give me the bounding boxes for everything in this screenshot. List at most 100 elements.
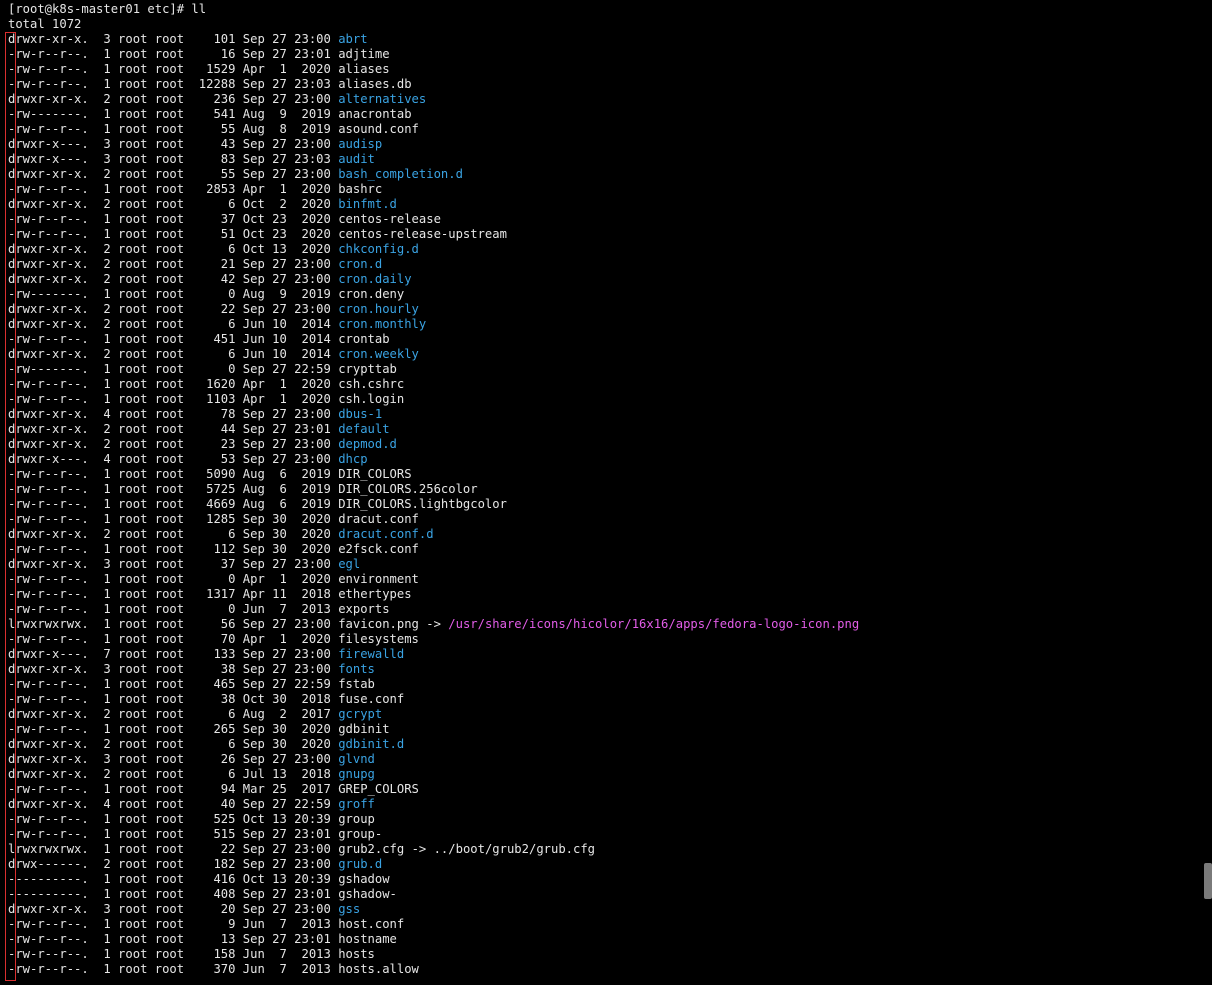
entry-metadata: -rw-r--r--. 1 root root 515 Sep 27 23:01 (8, 827, 339, 841)
listing-row: drwxr-xr-x. 2 root root 6 Sep 30 2020 dr… (8, 527, 1204, 542)
scrollbar[interactable] (1204, 0, 1212, 985)
listing-row: -rw-------. 1 root root 0 Aug 9 2019 cro… (8, 287, 1204, 302)
entry-metadata: drwxr-xr-x. 2 root root 22 Sep 27 23:00 (8, 302, 339, 316)
entry-metadata: -rw-r--r--. 1 root root 5090 Aug 6 2019 (8, 467, 339, 481)
directory-name: dhcp (338, 452, 368, 466)
listing-row: -rw-r--r--. 1 root root 70 Apr 1 2020 fi… (8, 632, 1204, 647)
directory-name: firewalld (338, 647, 405, 661)
directory-name: cron.weekly (338, 347, 419, 361)
entry-metadata: -rw-r--r--. 1 root root 265 Sep 30 2020 (8, 722, 339, 736)
entry-metadata: -rw-r--r--. 1 root root 70 Apr 1 2020 (8, 632, 339, 646)
entry-metadata: drwxr-x---. 3 root root 83 Sep 27 23:03 (8, 152, 339, 166)
listing-row: -rw-r--r--. 1 root root 16 Sep 27 23:01 … (8, 47, 1204, 62)
listing-row: drwxr-xr-x. 2 root root 6 Oct 13 2020 ch… (8, 242, 1204, 257)
entry-metadata: drwxr-xr-x. 2 root root 23 Sep 27 23:00 (8, 437, 339, 451)
directory-name: fonts (338, 662, 375, 676)
entry-metadata: lrwxrwxrwx. 1 root root 22 Sep 27 23:00 (8, 842, 339, 856)
entry-metadata: ----------. 1 root root 416 Oct 13 20:39 (8, 872, 339, 886)
listing-row: -rw-r--r--. 1 root root 1285 Sep 30 2020… (8, 512, 1204, 527)
directory-name: cron.d (338, 257, 383, 271)
entry-metadata: drwxr-xr-x. 2 root root 6 Sep 30 2020 (8, 737, 339, 751)
entry-metadata: -rw-r--r--. 1 root root 4669 Aug 6 2019 (8, 497, 339, 511)
entry-metadata: -rw-r--r--. 1 root root 0 Apr 1 2020 (8, 572, 339, 586)
directory-name: gnupg (338, 767, 375, 781)
directory-name: chkconfig.d (338, 242, 419, 256)
directory-name: alternatives (338, 92, 427, 106)
listing-row: drwxr-xr-x. 2 root root 44 Sep 27 23:01 … (8, 422, 1204, 437)
file-name: crontab (338, 332, 390, 346)
entry-metadata: -rw-r--r--. 1 root root 55 Aug 8 2019 (8, 122, 339, 136)
listing-row: drwxr-xr-x. 2 root root 236 Sep 27 23:00… (8, 92, 1204, 107)
listing-row: -rw-r--r--. 1 root root 55 Aug 8 2019 as… (8, 122, 1204, 137)
listing-row: drwxr-x---. 3 root root 83 Sep 27 23:03 … (8, 152, 1204, 167)
file-name: dracut.conf (338, 512, 419, 526)
file-name: hostname (338, 932, 397, 946)
listing-row: drwxr-xr-x. 2 root root 22 Sep 27 23:00 … (8, 302, 1204, 317)
listing-row: drwxr-x---. 7 root root 133 Sep 27 23:00… (8, 647, 1204, 662)
entry-metadata: -rw-------. 1 root root 0 Sep 27 22:59 (8, 362, 339, 376)
entry-metadata: -rw-r--r--. 1 root root 525 Oct 13 20:39 (8, 812, 339, 826)
symlink-arrow: -> (418, 617, 449, 631)
entry-metadata: drwxr-xr-x. 4 root root 40 Sep 27 22:59 (8, 797, 339, 811)
listing-row: drwxr-xr-x. 2 root root 42 Sep 27 23:00 … (8, 272, 1204, 287)
entry-metadata: drwxr-xr-x. 2 root root 42 Sep 27 23:00 (8, 272, 339, 286)
directory-name: audisp (338, 137, 383, 151)
entry-metadata: drwxr-x---. 3 root root 43 Sep 27 23:00 (8, 137, 339, 151)
listing-row: drwxr-xr-x. 2 root root 6 Jun 10 2014 cr… (8, 317, 1204, 332)
entry-metadata: drwxr-xr-x. 3 root root 38 Sep 27 23:00 (8, 662, 339, 676)
entry-metadata: -rw-r--r--. 1 root root 1285 Sep 30 2020 (8, 512, 339, 526)
file-name: crypttab (338, 362, 397, 376)
entry-metadata: -rw-r--r--. 1 root root 51 Oct 23 2020 (8, 227, 339, 241)
entry-metadata: drwxr-x---. 4 root root 53 Sep 27 23:00 (8, 452, 339, 466)
listing-row: drwxr-xr-x. 2 root root 6 Jun 10 2014 cr… (8, 347, 1204, 362)
entry-metadata: drwxr-xr-x. 2 root root 6 Jul 13 2018 (8, 767, 339, 781)
file-name: aliases (338, 62, 390, 76)
listing-row: drwxr-xr-x. 3 root root 37 Sep 27 23:00 … (8, 557, 1204, 572)
file-name: DIR_COLORS.lightbgcolor (338, 497, 507, 511)
listing-row: -rw-r--r--. 1 root root 265 Sep 30 2020 … (8, 722, 1204, 737)
listing-row: -rw-r--r--. 1 root root 525 Oct 13 20:39… (8, 812, 1204, 827)
listing-row: -rw-r--r--. 1 root root 2853 Apr 1 2020 … (8, 182, 1204, 197)
symlink-target: /usr/share/icons/hicolor/16x16/apps/fedo… (448, 617, 860, 631)
entry-metadata: -rw-r--r--. 1 root root 465 Sep 27 22:59 (8, 677, 339, 691)
listing-row: -rw-r--r--. 1 root root 38 Oct 30 2018 f… (8, 692, 1204, 707)
entry-metadata: -rw-r--r--. 1 root root 1529 Apr 1 2020 (8, 62, 339, 76)
file-name: centos-release (338, 212, 441, 226)
entry-metadata: -rw-r--r--. 1 root root 9 Jun 7 2013 (8, 917, 339, 931)
listing-row: -rw-r--r--. 1 root root 12288 Sep 27 23:… (8, 77, 1204, 92)
listing-row: drwxr-xr-x. 2 root root 6 Oct 2 2020 bin… (8, 197, 1204, 212)
file-name: csh.cshrc (338, 377, 405, 391)
listing-row: drwxr-xr-x. 3 root root 20 Sep 27 23:00 … (8, 902, 1204, 917)
directory-name: cron.daily (338, 272, 412, 286)
entry-metadata: drwxr-xr-x. 2 root root 6 Oct 13 2020 (8, 242, 339, 256)
listing-row: -rw-r--r--. 1 root root 370 Jun 7 2013 h… (8, 962, 1204, 977)
entry-metadata: drwxr-xr-x. 2 root root 55 Sep 27 23:00 (8, 167, 339, 181)
terminal-output[interactable]: [root@k8s-master01 etc]# ll total 1072 d… (0, 0, 1204, 985)
file-name: gshadow (338, 872, 390, 886)
directory-name: abrt (338, 32, 368, 46)
listing-row: -rw-r--r--. 1 root root 112 Sep 30 2020 … (8, 542, 1204, 557)
entry-metadata: drwx------. 2 root root 182 Sep 27 23:00 (8, 857, 339, 871)
file-name: hosts (338, 947, 375, 961)
directory-name: grub.d (338, 857, 383, 871)
entry-metadata: -rw-r--r--. 1 root root 16 Sep 27 23:01 (8, 47, 339, 61)
entry-metadata: -rw-r--r--. 1 root root 12288 Sep 27 23:… (8, 77, 339, 91)
listing-row: -rw-r--r--. 1 root root 451 Jun 10 2014 … (8, 332, 1204, 347)
file-name: environment (338, 572, 419, 586)
entry-metadata: -rw-r--r--. 1 root root 1103 Apr 1 2020 (8, 392, 339, 406)
entry-metadata: -rw-------. 1 root root 541 Aug 9 2019 (8, 107, 339, 121)
listing-row: drwxr-xr-x. 2 root root 6 Sep 30 2020 gd… (8, 737, 1204, 752)
listing-row: lrwxrwxrwx. 1 root root 56 Sep 27 23:00 … (8, 617, 1204, 632)
listing-row: drwxr-xr-x. 4 root root 78 Sep 27 23:00 … (8, 407, 1204, 422)
scrollbar-thumb[interactable] (1204, 863, 1212, 899)
listing-row: -rw-r--r--. 1 root root 465 Sep 27 22:59… (8, 677, 1204, 692)
listing-row: drwxr-xr-x. 2 root root 6 Jul 13 2018 gn… (8, 767, 1204, 782)
entry-metadata: drwxr-xr-x. 3 root root 37 Sep 27 23:00 (8, 557, 339, 571)
entry-metadata: -rw-r--r--. 1 root root 451 Jun 10 2014 (8, 332, 339, 346)
listing-row: -rw-r--r--. 1 root root 37 Oct 23 2020 c… (8, 212, 1204, 227)
listing-row: -rw-------. 1 root root 0 Sep 27 22:59 c… (8, 362, 1204, 377)
directory-name: cron.hourly (338, 302, 419, 316)
entry-metadata: drwxr-xr-x. 2 root root 6 Jun 10 2014 (8, 347, 339, 361)
directory-name: gdbinit.d (338, 737, 405, 751)
entry-metadata: -rw-r--r--. 1 root root 5725 Aug 6 2019 (8, 482, 339, 496)
